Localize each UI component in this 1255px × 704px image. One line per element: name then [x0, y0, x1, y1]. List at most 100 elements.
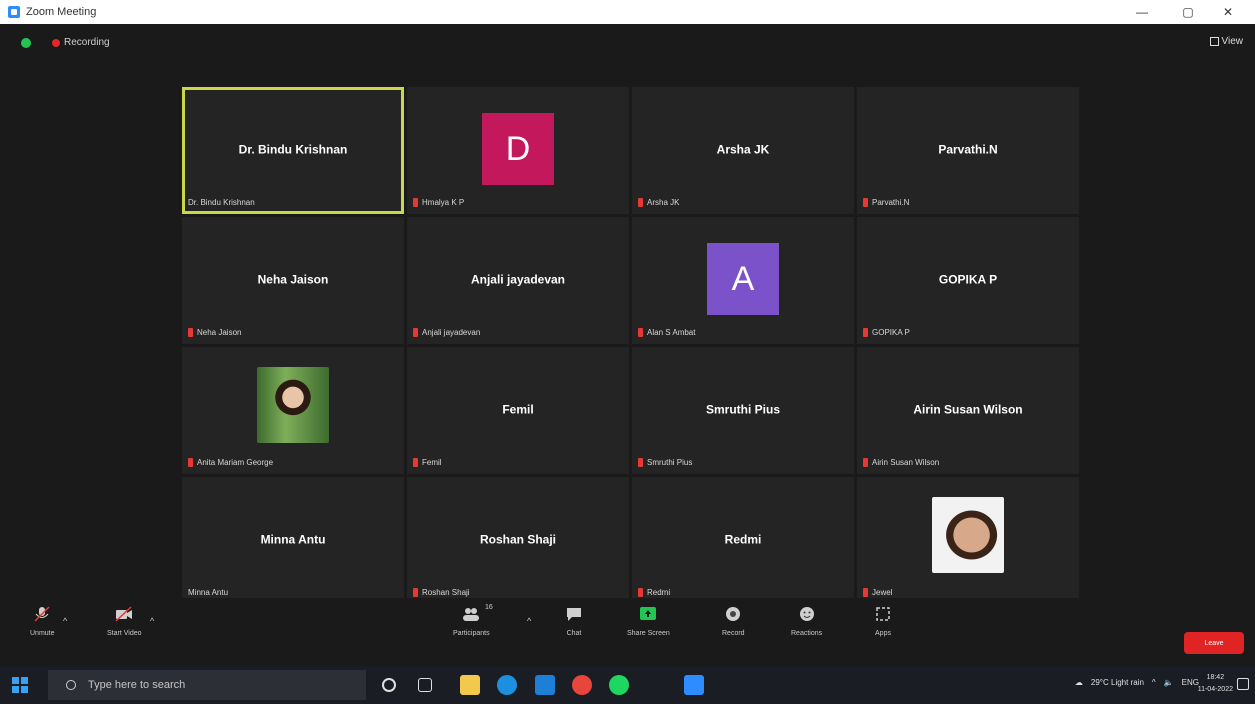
speaker-icon[interactable]: 🔈: [1164, 678, 1174, 687]
muted-mic-icon: [863, 198, 868, 207]
participant-tile[interactable]: A Alan S Ambat: [632, 217, 854, 344]
file-explorer-icon[interactable]: [460, 675, 480, 695]
notification-center-icon[interactable]: [1237, 678, 1249, 690]
muted-mic-icon: [863, 458, 868, 467]
participant-display-name: Neha Jaison: [257, 272, 329, 287]
participant-profile-photo: [932, 497, 1004, 573]
participant-name-label: Parvathi.N: [863, 198, 909, 207]
start-video-label: Start Video: [107, 630, 142, 637]
muted-microphone-icon: [34, 606, 50, 622]
whatsapp-icon[interactable]: [609, 675, 629, 695]
participant-label-text: Anjali jayadevan: [422, 328, 481, 337]
participant-name-label: Airin Susan Wilson: [863, 458, 939, 467]
taskbar-search-box[interactable]: Type here to search: [48, 670, 366, 700]
participant-tile[interactable]: Jewel: [857, 477, 1079, 604]
leave-meeting-button[interactable]: Leave: [1184, 632, 1244, 654]
security-shield-icon[interactable]: [21, 38, 31, 48]
participant-display-name: Anjali jayadevan: [470, 272, 566, 287]
apps-label: Apps: [875, 630, 891, 637]
reactions-button[interactable]: Reactions: [791, 606, 822, 637]
apps-button[interactable]: Apps: [874, 606, 892, 637]
participant-name-label: GOPIKA P: [863, 328, 910, 337]
participant-name-label: Femil: [413, 458, 442, 467]
minimize-button[interactable]: —: [1124, 0, 1160, 24]
participant-label-text: Redmi: [647, 588, 671, 597]
zoom-taskbar-icon[interactable]: [684, 675, 704, 695]
unmute-button[interactable]: Unmute: [30, 606, 55, 637]
share-screen-label: Share Screen: [627, 630, 670, 637]
chat-label: Chat: [566, 630, 582, 637]
clock-date: 11-04-2022: [1197, 686, 1233, 693]
meeting-toolbar: Unmute ^ Start Video ^ Participants 16 ^…: [0, 598, 1255, 666]
participants-options-chevron-icon[interactable]: ^: [527, 616, 531, 626]
view-button[interactable]: View: [1209, 36, 1244, 47]
participant-display-name: Minna Antu: [260, 532, 326, 547]
participant-tile[interactable]: Smruthi Pius Smruthi Pius: [632, 347, 854, 474]
chat-button[interactable]: Chat: [565, 606, 583, 637]
participant-tile[interactable]: Dr. Bindu Krishnan Dr. Bindu Krishnan: [182, 87, 404, 214]
participant-name-label: Anjali jayadevan: [413, 328, 480, 337]
taskbar-clock[interactable]: 18:42 11-04-2022: [1198, 672, 1233, 696]
reactions-smiley-icon: [799, 607, 814, 621]
edge-browser-icon[interactable]: [497, 675, 517, 695]
participant-tile[interactable]: D Hmalya K P: [407, 87, 629, 214]
participant-display-name: Femil: [502, 402, 534, 417]
participant-tile[interactable]: Parvathi.N Parvathi.N: [857, 87, 1079, 214]
video-off-icon: [115, 606, 133, 622]
record-label: Record: [722, 630, 745, 637]
task-view-icon[interactable]: [418, 678, 432, 692]
muted-mic-icon: [413, 328, 418, 337]
participant-tile[interactable]: Redmi Redmi: [632, 477, 854, 604]
tray-expand-chevron-icon[interactable]: ^: [1152, 678, 1156, 687]
record-button[interactable]: Record: [722, 606, 745, 637]
muted-mic-icon: [638, 458, 643, 467]
video-options-chevron-icon[interactable]: ^: [150, 616, 154, 626]
store-icon[interactable]: [535, 675, 555, 695]
participant-tile[interactable]: Femil Femil: [407, 347, 629, 474]
participant-display-name: Roshan Shaji: [479, 532, 556, 547]
participant-tile[interactable]: GOPIKA P GOPIKA P: [857, 217, 1079, 344]
participant-name-label: Anita Mariam George: [188, 458, 273, 467]
audio-options-chevron-icon[interactable]: ^: [63, 616, 67, 626]
participant-tile[interactable]: Anjali jayadevan Anjali jayadevan: [407, 217, 629, 344]
unmute-label: Unmute: [30, 630, 55, 637]
reactions-label: Reactions: [791, 630, 823, 637]
share-screen-button[interactable]: Share Screen: [627, 606, 670, 637]
participant-label-text: GOPIKA P: [872, 328, 910, 337]
participant-tile[interactable]: Anita Mariam George: [182, 347, 404, 474]
participant-label-text: Dr. Bindu Krishnan: [188, 198, 255, 207]
maximize-button[interactable]: ▢: [1170, 0, 1206, 24]
participant-display-name: Arsha JK: [716, 142, 770, 157]
participant-profile-photo: [257, 367, 329, 443]
close-button[interactable]: ✕: [1210, 0, 1246, 24]
language-indicator[interactable]: ENG: [1182, 678, 1199, 687]
participant-name-label: Neha Jaison: [188, 328, 241, 337]
participant-display-name: Smruthi Pius: [705, 402, 780, 417]
record-icon: [726, 607, 741, 621]
windows-start-icon[interactable]: [12, 677, 28, 693]
participant-name-label: Arsha JK: [638, 198, 679, 207]
gallery-grid-icon: [1209, 37, 1219, 46]
participant-tile[interactable]: Neha Jaison Neha Jaison: [182, 217, 404, 344]
participant-label-text: Smruthi Pius: [647, 458, 693, 467]
weather-text[interactable]: 29°C Light rain: [1091, 678, 1144, 687]
participant-name-label: Hmalya K P: [413, 198, 464, 207]
cortana-icon[interactable]: [382, 678, 396, 692]
muted-mic-icon: [638, 328, 643, 337]
start-video-button[interactable]: Start Video: [107, 606, 142, 637]
participant-tile[interactable]: Airin Susan Wilson Airin Susan Wilson: [857, 347, 1079, 474]
participant-label-text: Jewel: [872, 588, 893, 597]
participant-tile[interactable]: Arsha JK Arsha JK: [632, 87, 854, 214]
view-label: View: [1221, 36, 1244, 47]
participant-name-label: Jewel: [863, 588, 892, 597]
recording-icon: [52, 39, 60, 47]
chrome-icon[interactable]: [572, 675, 592, 695]
muted-mic-icon: [413, 198, 418, 207]
participant-display-name: Dr. Bindu Krishnan: [238, 142, 348, 157]
window-title-bar: Zoom Meeting — ▢ ✕: [0, 0, 1255, 24]
participant-tile[interactable]: Minna Antu Minna Antu: [182, 477, 404, 604]
participant-tile[interactable]: Roshan Shaji Roshan Shaji: [407, 477, 629, 604]
recording-label: Recording: [64, 37, 110, 48]
muted-mic-icon: [638, 198, 643, 207]
participant-display-name: Redmi: [724, 532, 762, 547]
